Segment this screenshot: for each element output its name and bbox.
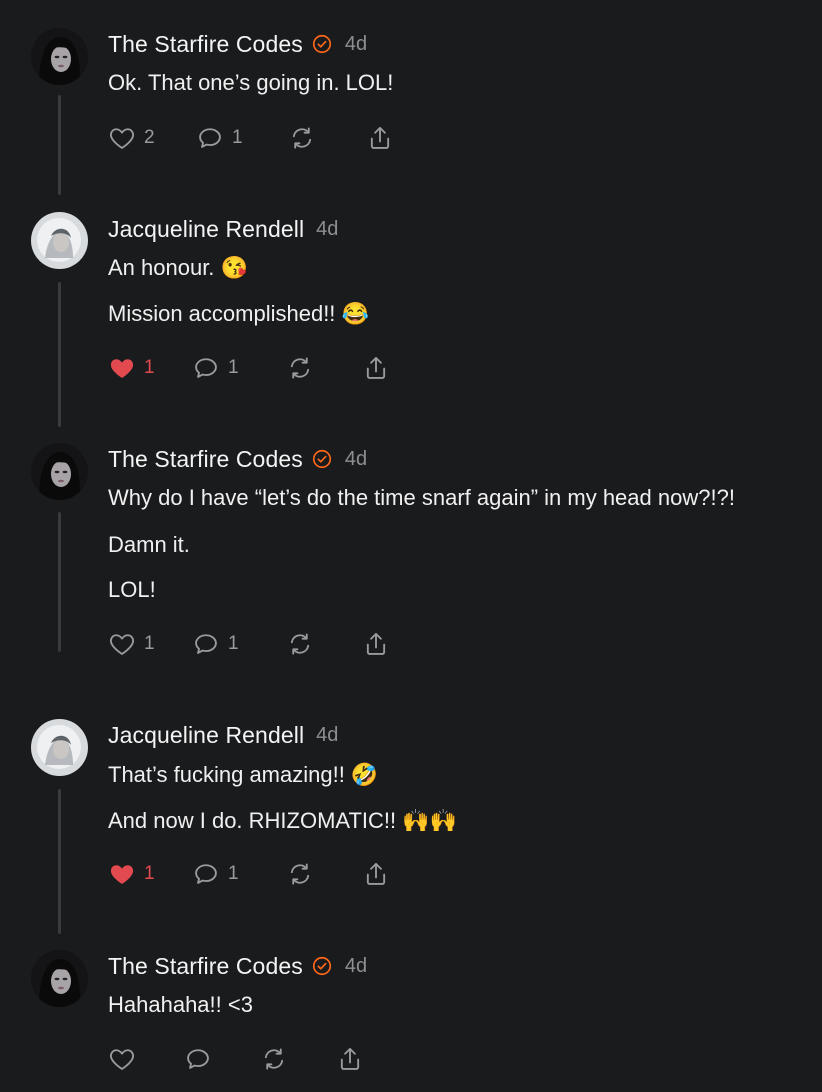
reply-count: 1	[228, 357, 239, 378]
like-count: 1	[144, 633, 155, 654]
like-button[interactable]: 2	[108, 124, 196, 152]
comment-actions: 1 1	[108, 628, 390, 660]
share-button[interactable]	[336, 1045, 364, 1073]
share-icon	[362, 860, 390, 888]
avatar[interactable]	[31, 950, 88, 1007]
restack-icon	[286, 860, 314, 888]
reply-count: 1	[228, 633, 239, 654]
restack-icon	[288, 124, 316, 152]
comment-text: And now I do. RHIZOMATIC!! 🙌🙌	[108, 808, 458, 833]
avatar[interactable]	[31, 443, 88, 500]
verified-check-icon	[311, 448, 333, 470]
reply-button[interactable]	[184, 1045, 260, 1073]
timestamp[interactable]: 4d	[345, 955, 367, 978]
share-button[interactable]	[362, 630, 390, 658]
restack-button[interactable]	[288, 124, 366, 152]
comment-icon	[184, 1045, 212, 1073]
thread-line	[58, 282, 61, 427]
comment-actions: 1 1	[108, 858, 390, 890]
heart-icon	[108, 124, 136, 152]
thread-line	[58, 95, 61, 195]
heart-icon	[108, 1045, 136, 1073]
reply-button[interactable]: 1	[192, 860, 286, 888]
reply-count: 1	[228, 863, 239, 884]
heart-filled-icon	[108, 860, 136, 888]
comment-text: Mission accomplished!! 😂	[108, 301, 369, 326]
share-icon	[362, 630, 390, 658]
timestamp[interactable]: 4d	[316, 218, 338, 241]
share-button[interactable]	[366, 124, 394, 152]
comment-actions: 2 1	[108, 122, 394, 154]
like-count: 2	[144, 127, 155, 148]
comment-text: That’s fucking amazing!! 🤣	[108, 762, 379, 787]
author-name[interactable]: The Starfire Codes	[108, 953, 303, 980]
like-button[interactable]: 1	[108, 630, 192, 658]
comment-text: Why do I have “let’s do the time snarf a…	[108, 485, 735, 510]
like-count: 1	[144, 863, 155, 884]
comment-icon	[192, 630, 220, 658]
avatar[interactable]	[31, 28, 88, 85]
timestamp[interactable]: 4d	[345, 33, 367, 56]
heart-icon	[108, 630, 136, 658]
comment-icon	[192, 354, 220, 382]
share-button[interactable]	[362, 354, 390, 382]
like-count: 1	[144, 357, 155, 378]
thread-line	[58, 512, 61, 652]
like-button[interactable]	[108, 1045, 184, 1073]
author-name[interactable]: Jacqueline Rendell	[108, 216, 304, 243]
comment-text: Ok. That one’s going in. LOL!	[108, 70, 394, 95]
like-button[interactable]: 1	[108, 860, 192, 888]
restack-icon	[260, 1045, 288, 1073]
reply-count: 1	[232, 127, 243, 148]
restack-icon	[286, 630, 314, 658]
author-name[interactable]: The Starfire Codes	[108, 446, 303, 473]
verified-check-icon	[311, 955, 333, 977]
comment-text: Hahahaha!! <3	[108, 992, 253, 1017]
author-name[interactable]: The Starfire Codes	[108, 31, 303, 58]
share-icon	[336, 1045, 364, 1073]
restack-icon	[286, 354, 314, 382]
share-button[interactable]	[362, 860, 390, 888]
thread-line	[58, 789, 61, 934]
heart-filled-icon	[108, 354, 136, 382]
share-icon	[366, 124, 394, 152]
comment-text: Damn it.	[108, 532, 190, 557]
verified-check-icon	[311, 33, 333, 55]
timestamp[interactable]: 4d	[345, 448, 367, 471]
timestamp[interactable]: 4d	[316, 724, 338, 747]
like-button[interactable]: 1	[108, 354, 192, 382]
reply-button[interactable]: 1	[192, 630, 286, 658]
restack-button[interactable]	[260, 1045, 336, 1073]
comment-text: An honour. 😘	[108, 255, 248, 280]
share-icon	[362, 354, 390, 382]
comment-icon	[196, 124, 224, 152]
comment-actions: 1 1	[108, 352, 390, 384]
reply-button[interactable]: 1	[196, 124, 288, 152]
avatar[interactable]	[31, 212, 88, 269]
author-name[interactable]: Jacqueline Rendell	[108, 722, 304, 749]
comment-text: LOL!	[108, 577, 156, 602]
restack-button[interactable]	[286, 354, 362, 382]
restack-button[interactable]	[286, 630, 362, 658]
comment-icon	[192, 860, 220, 888]
restack-button[interactable]	[286, 860, 362, 888]
reply-button[interactable]: 1	[192, 354, 286, 382]
avatar[interactable]	[31, 719, 88, 776]
comment-actions	[108, 1043, 364, 1075]
